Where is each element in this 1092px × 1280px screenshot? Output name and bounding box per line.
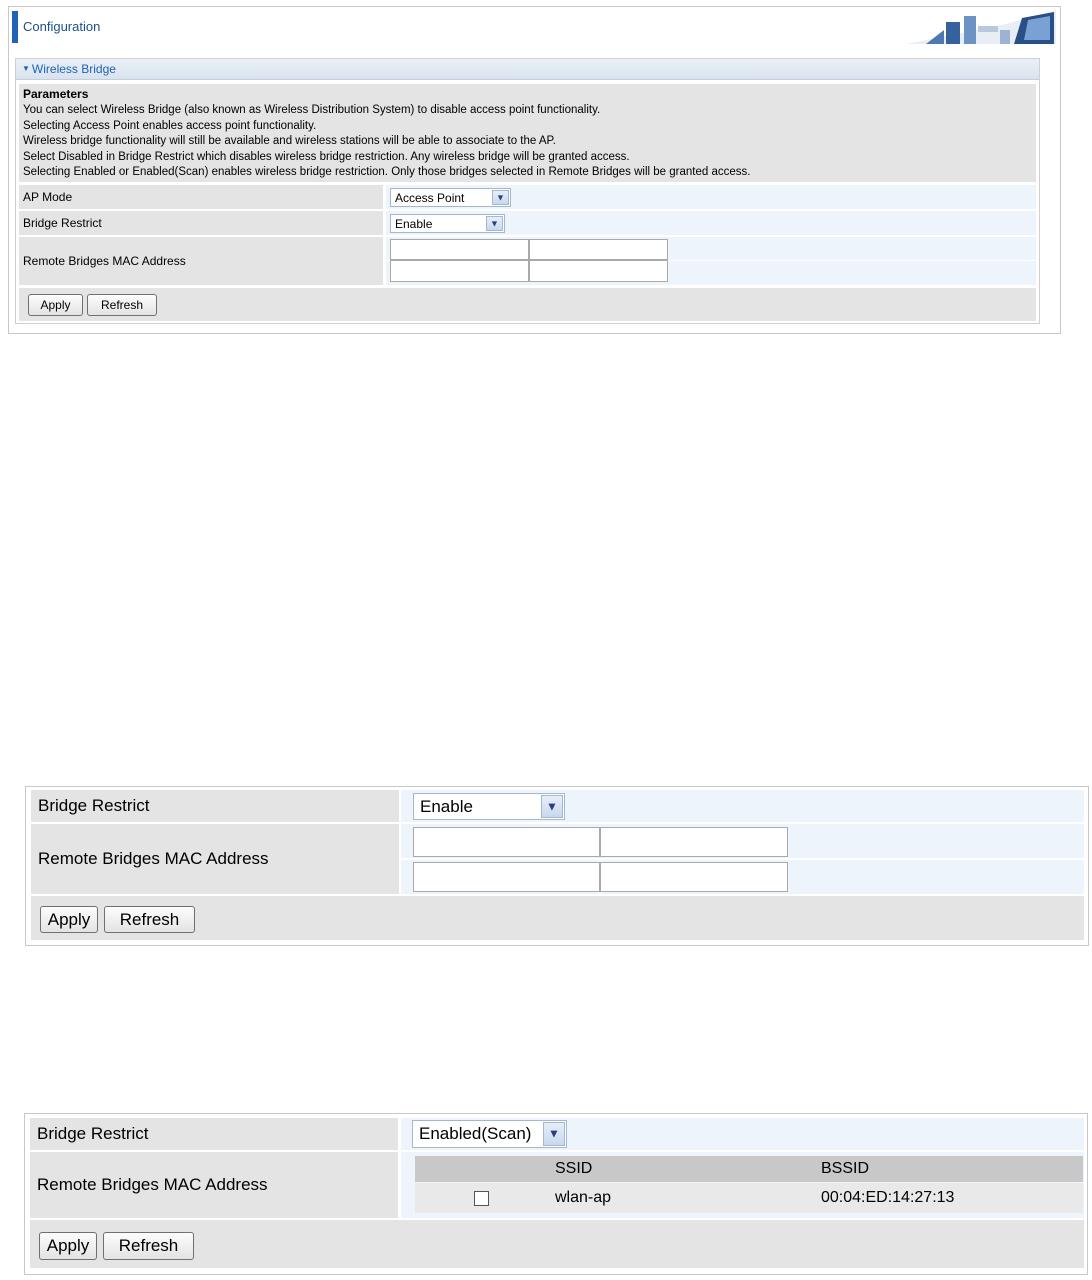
mac-address-input-3[interactable] — [413, 862, 600, 892]
chevron-down-icon[interactable]: ▼ — [541, 795, 563, 818]
button-bar: Apply Refresh — [31, 896, 1084, 940]
remote-mac-label-cell: Remote Bridges MAC Address — [19, 237, 383, 285]
section-title-wrap: ▼ Wireless Bridge — [22, 62, 116, 76]
configuration-header: Configuration — [9, 7, 1060, 47]
bridge-restrict-label: Bridge Restrict — [38, 796, 150, 815]
table-header: SSID BSSID — [415, 1156, 1083, 1182]
bridge-restrict-label-cell: Bridge Restrict — [30, 1118, 398, 1150]
table-row: wlan-ap 00:04:ED:14:27:13 — [415, 1183, 1083, 1213]
bridge-restrict-value-cell: Enable ▼ — [386, 211, 1036, 235]
mac-address-input-1[interactable] — [390, 239, 529, 260]
ap-mode-selected-value: Access Point — [395, 190, 465, 205]
apply-button[interactable]: Apply — [39, 1232, 97, 1260]
bridge-restrict-row: Bridge Restrict Enable ▼ — [19, 211, 1036, 235]
remote-mac-row: Remote Bridges MAC Address — [19, 237, 1036, 285]
bridge-restrict-row: Bridge Restrict Enable ▼ — [31, 790, 1084, 822]
refresh-button-label: Refresh — [119, 909, 180, 929]
bridge-restrict-value-cell: Enabled(Scan) ▼ — [401, 1118, 1084, 1150]
description-line: You can select Wireless Bridge (also kno… — [23, 104, 601, 116]
mac-address-input-1[interactable] — [413, 827, 600, 857]
remote-mac-row: Remote Bridges MAC Address SSID BSSID wl… — [30, 1152, 1084, 1218]
description-line: Selecting Enabled or Enabled(Scan) enabl… — [23, 166, 751, 179]
parameters-box: Parameters You can select Wireless Bridg… — [19, 84, 1036, 182]
button-bar: Apply Refresh — [30, 1220, 1084, 1268]
bridge-restrict-label: Bridge Restrict — [37, 1124, 149, 1143]
ap-mode-label: AP Mode — [23, 190, 73, 204]
bridge-restrict-selected-value: Enabled(Scan) — [419, 1124, 532, 1143]
page-title: Configuration — [23, 19, 101, 34]
row-ssid: wlan-ap — [555, 1189, 612, 1206]
parameters-description: You can select Wireless Bridge (also kno… — [23, 103, 750, 181]
ap-mode-label-cell: AP Mode — [19, 185, 383, 209]
chevron-down-icon[interactable]: ▼ — [486, 216, 503, 231]
bridge-restrict-label: Bridge Restrict — [23, 216, 102, 230]
refresh-button-label: Refresh — [118, 1236, 179, 1255]
bridge-restrict-value-cell: Enable ▼ — [401, 790, 1084, 822]
apply-button-label: Apply — [46, 1236, 90, 1255]
remote-mac-value-cell — [386, 237, 1036, 285]
row-bssid: 00:04:ED:14:27:13 — [821, 1189, 955, 1206]
refresh-button[interactable]: Refresh — [104, 906, 195, 933]
apply-button[interactable]: Apply — [28, 294, 83, 316]
header-bssid: BSSID — [821, 1160, 870, 1177]
header-select — [415, 1156, 545, 1182]
triangle-down-icon: ▼ — [22, 64, 30, 73]
description-line: Selecting Access Point enables access po… — [23, 119, 317, 132]
bridge-restrict-selected-value: Enable — [420, 796, 473, 816]
bridge-restrict-enable-detail: Bridge Restrict Enable ▼ Remote Bridges … — [25, 786, 1089, 946]
apply-button-label: Apply — [47, 909, 91, 929]
section-title: Wireless Bridge — [31, 62, 116, 76]
mac-address-input-3[interactable] — [390, 260, 529, 282]
remote-mac-label-cell: Remote Bridges MAC Address — [31, 824, 399, 894]
network-illustration-icon — [906, 10, 1056, 44]
header-accent-bar — [12, 11, 18, 43]
ap-mode-value-cell: Access Point ▼ — [386, 185, 1036, 209]
bridge-restrict-label-cell: Bridge Restrict — [19, 211, 383, 235]
description-line: Wireless bridge functionality will still… — [23, 135, 556, 148]
ap-mode-row: AP Mode Access Point ▼ — [19, 185, 1036, 209]
bridge-restrict-scan-detail: Bridge Restrict Enabled(Scan) ▼ Remote B… — [24, 1113, 1088, 1275]
mac-address-input-2[interactable] — [600, 827, 788, 857]
bridge-restrict-select[interactable]: Enable ▼ — [390, 214, 505, 233]
bridge-restrict-row: Bridge Restrict Enabled(Scan) ▼ — [30, 1118, 1084, 1150]
refresh-button[interactable]: Refresh — [103, 1232, 194, 1260]
ap-mode-select[interactable]: Access Point ▼ — [390, 188, 511, 207]
bridge-select-checkbox[interactable] — [474, 1191, 489, 1206]
mac-address-input-4[interactable] — [600, 862, 788, 892]
description-line: Select Disabled in Bridge Restrict which… — [23, 150, 630, 163]
remote-mac-value-cell — [401, 824, 1084, 894]
bridge-restrict-selected-value: Enable — [395, 216, 433, 231]
mac-address-input-2[interactable] — [529, 239, 668, 260]
remote-mac-value-cell: SSID BSSID wlan-ap 00:04:ED:14:27:13 — [401, 1152, 1084, 1218]
apply-button-label: Apply — [40, 298, 71, 312]
wireless-bridge-screen: Configuration ▼ Wireless Bridge Parameter… — [8, 6, 1061, 334]
apply-button[interactable]: Apply — [40, 906, 98, 933]
header-ssid: SSID — [555, 1160, 593, 1177]
parameters-title: Parameters — [23, 87, 89, 101]
section-header[interactable]: ▼ Wireless Bridge — [16, 59, 1039, 80]
remote-mac-label-cell: Remote Bridges MAC Address — [30, 1152, 398, 1218]
button-bar: Apply Refresh — [19, 288, 1036, 321]
chevron-down-icon[interactable]: ▼ — [543, 1122, 565, 1146]
remote-mac-label: Remote Bridges MAC Address — [23, 254, 186, 268]
bridge-restrict-select[interactable]: Enabled(Scan) ▼ — [412, 1120, 567, 1148]
wireless-bridge-panel: ▼ Wireless Bridge Parameters You can sele… — [15, 58, 1040, 324]
remote-mac-label: Remote Bridges MAC Address — [37, 1175, 268, 1194]
bridge-restrict-label-cell: Bridge Restrict — [31, 790, 399, 822]
remote-mac-label: Remote Bridges MAC Address — [38, 849, 269, 868]
refresh-button-label: Refresh — [100, 298, 144, 312]
mac-address-input-4[interactable] — [529, 260, 668, 282]
remote-mac-row: Remote Bridges MAC Address — [31, 824, 1084, 894]
chevron-down-icon[interactable]: ▼ — [492, 190, 509, 205]
refresh-button[interactable]: Refresh — [87, 294, 157, 316]
scan-results-table: SSID BSSID wlan-ap 00:04:ED:14:27:13 — [415, 1156, 1083, 1214]
bridge-restrict-select[interactable]: Enable ▼ — [413, 793, 565, 820]
